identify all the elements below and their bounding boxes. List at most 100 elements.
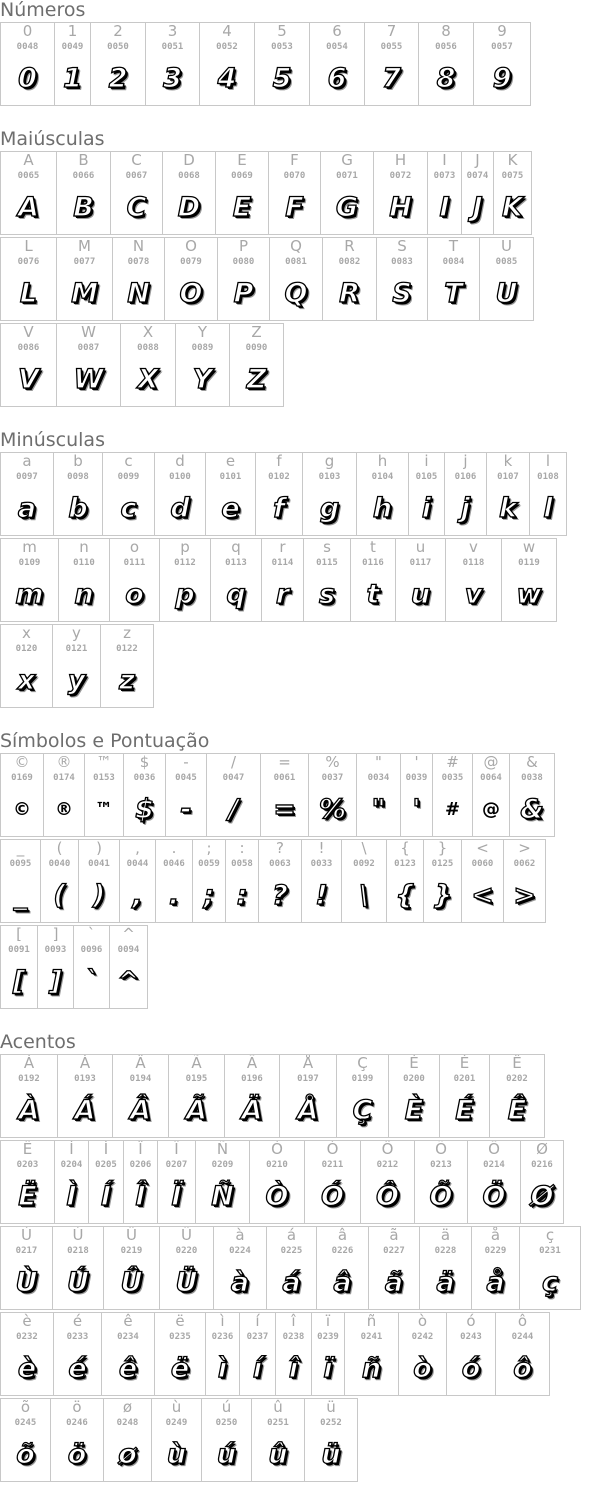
glyph-cell: Î 0206 Î [124,1140,158,1224]
character-code: 0094 [117,945,140,955]
glyph-sample: ã [384,1266,404,1298]
character-label: . [171,839,177,857]
character-code: 0229 [484,1246,507,1256]
glyph-cell: Ó 0211 Ó [305,1140,361,1224]
glyph-cell: ó 0243 ó [447,1312,496,1396]
character-label: h [377,452,388,470]
glyph-cell: 7 0055 7 [365,22,419,106]
character-label: E [237,151,247,169]
character-code: 0096 [80,945,103,955]
glyph-sample: n [74,578,95,610]
glyph-sample: Ï [171,1180,182,1212]
glyph-sample: U [495,277,518,309]
glyph-cell: â 0226 â [317,1226,369,1310]
glyph-cell: X 0088 X [121,323,176,407]
glyph-sample: b [68,492,89,524]
character-code: 0055 [380,42,403,52]
character-code: 0095 [9,859,32,869]
glyph-sample: Y [192,363,213,395]
glyph-sample: å [486,1266,506,1298]
glyph-cell: v 0118 v [446,538,502,622]
glyph-sample: & [520,793,545,825]
character-code: 0195 [185,1074,208,1084]
glyph-cell: ] 0093] [38,925,74,1009]
character-code: 0036 [133,773,156,783]
glyph-sample: Ò [265,1180,289,1212]
character-code: 0099 [117,472,140,482]
glyph-sample: L [19,277,38,309]
glyph-cell: d 0100 d [155,452,206,536]
glyph-sample: M [70,277,98,309]
glyph-sample: a [17,492,37,524]
character-code: 0071 [336,171,358,181]
character-code: 0213 [430,1160,452,1170]
character-label: / [230,753,237,771]
character-code: 0111 [123,558,146,568]
character-label: " [375,753,382,771]
character-label: x [22,624,31,642]
glyph-sample: ç [541,1266,558,1298]
section-title: Símbolos e Pontuação [0,730,210,752]
character-label: > [518,839,531,857]
glyph-sample: ^ [117,965,141,997]
character-label: M [78,237,91,255]
glyph-sample: Â [129,1094,151,1126]
character-code: 0059 [198,859,220,869]
character-label: Ì [69,1140,74,1158]
glyph-cell: Ä 0196 Ä [225,1054,280,1138]
glyph-row: [0091 [] 0093] ` 0096 ` ^ 0094 ^ [0,925,148,1009]
glyph-cell: À 0192 À [1,1054,58,1138]
character-code: 0070 [283,171,306,181]
character-label: z [123,624,131,642]
character-code: 0209 [211,1160,234,1170]
character-label: F [290,151,299,169]
character-code: 0056 [435,42,457,52]
character-code: 0063 [269,859,291,869]
character-code: 0091 [8,945,30,955]
character-label: C [131,151,142,169]
glyph-cell: Ñ 0209 Ñ [196,1140,250,1224]
character-code: 0077 [73,257,96,267]
glyph-cell: 3 0051 3 [146,22,200,106]
glyph-sample: ? [272,879,289,911]
character-code: 0105 [415,472,438,482]
glyph-sample: 0 [17,62,37,94]
glyph-cell: é 0233 é [54,1312,102,1396]
glyph-sample: , [132,879,144,911]
glyph-sample: ø [118,1438,138,1470]
character-label: # [446,753,459,771]
glyph-sample: Ê [507,1094,527,1126]
glyph-sample: Í [100,1180,112,1212]
glyph-row: V 0086 V W 0087 W X 0088 X Y 0089 Y Z 0090 Z [0,323,284,407]
glyph-sample: 2 [108,62,128,94]
glyph-cell: É 0201 É [440,1054,490,1138]
glyph-sample: u [410,578,431,610]
glyph-cell: T 0084 T [428,237,480,321]
character-label: ; [206,839,212,857]
glyph-sample: Ä [241,1094,263,1126]
character-code: 0060 [471,859,494,869]
character-label: ô [517,1312,528,1330]
glyph-cell: @0064 @ [473,753,510,837]
glyph-sample: 5 [272,62,292,94]
glyph-cell: î 0238 î [276,1312,312,1396]
character-label: n [79,538,89,556]
character-code: 0103 [318,472,341,482]
glyph-cell: ™ 0153 ™ [85,753,124,837]
character-code: 0246 [66,1418,88,1428]
character-code: 0051 [161,42,184,52]
glyph-sample: î [288,1352,299,1384]
glyph-sample: Ø [530,1180,554,1212]
glyph-sample: ê [118,1352,138,1384]
character-label: ! [318,839,325,857]
glyph-cell: õ 0245 õ [1,1398,51,1482]
character-code: 0242 [411,1332,434,1342]
character-code: 0086 [17,343,40,353]
glyph-cell: ã 0227 ã [369,1226,420,1310]
glyph-sample: H [389,191,413,223]
glyph-sample: x [17,664,36,696]
character-code: 0238 [282,1332,305,1342]
glyph-cell: a 0097 a [1,452,54,536]
character-label: ` [87,925,96,943]
glyph-row: x 0120 x y 0121 y z 0122 z [0,624,154,708]
